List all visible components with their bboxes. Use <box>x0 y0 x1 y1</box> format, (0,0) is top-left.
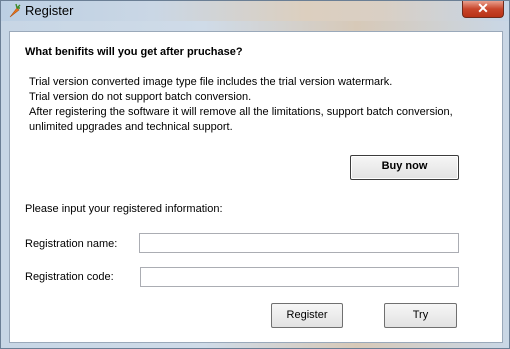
info-line: unlimited upgrades and technical support… <box>29 121 233 133</box>
buy-now-button[interactable]: Buy now <box>350 155 459 180</box>
window-title: Register <box>25 3 74 18</box>
close-icon: ✕ <box>477 0 489 16</box>
benefits-heading: What benifits will you get after pruchas… <box>25 46 243 58</box>
register-dialog: Register ✕ What benifits will you get af… <box>0 0 510 349</box>
close-button[interactable]: ✕ <box>462 1 504 18</box>
registration-code-label: Registration code: <box>25 271 114 283</box>
try-button[interactable]: Try <box>384 303 457 328</box>
registration-code-input[interactable] <box>140 267 459 287</box>
registration-name-label: Registration name: <box>25 238 118 250</box>
registration-name-input[interactable] <box>139 233 459 253</box>
info-line: Trial version do not support batch conve… <box>29 91 252 103</box>
register-button[interactable]: Register <box>271 303 343 328</box>
info-line: Trial version converted image type file … <box>29 76 393 88</box>
title-bar[interactable]: Register ✕ <box>1 1 509 21</box>
info-line: After registering the software it will r… <box>29 106 453 118</box>
benefits-info: Trial version converted image type file … <box>29 75 453 135</box>
dialog-content: What benifits will you get after pruchas… <box>9 31 503 343</box>
carrot-icon <box>7 3 21 19</box>
registration-prompt: Please input your registered information… <box>25 203 223 215</box>
